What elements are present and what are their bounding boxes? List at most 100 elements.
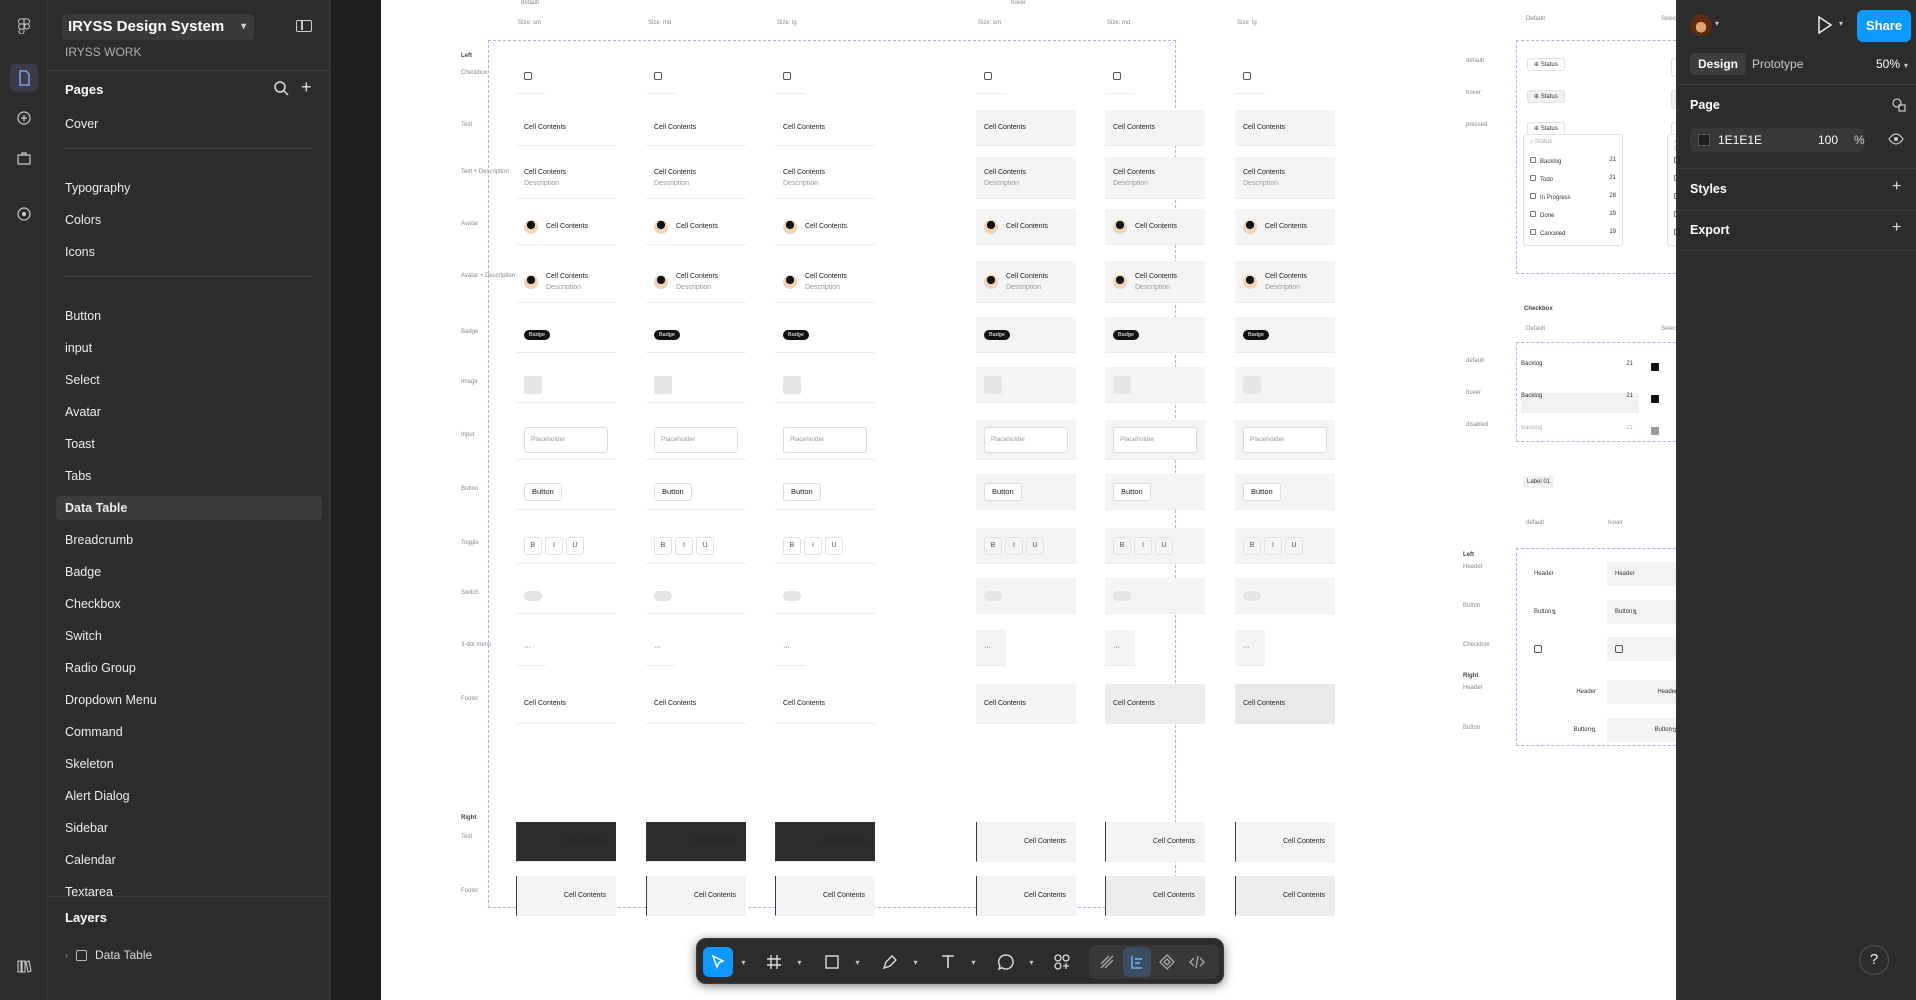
table-cell[interactable]: BIU — [1235, 528, 1335, 564]
table-cell[interactable]: Cell Contents — [1105, 110, 1205, 146]
zoom-select[interactable]: 50% ▾ — [1876, 53, 1908, 77]
checkbox[interactable] — [1530, 175, 1536, 181]
table-cell[interactable]: Cell Contents — [646, 876, 746, 916]
table-cell[interactable]: Cell Contents — [1105, 684, 1205, 724]
page-item[interactable]: Avatar — [56, 400, 322, 424]
text-input[interactable]: Placeholder — [654, 426, 738, 453]
table-cell[interactable]: Placeholder — [646, 420, 746, 460]
more-icon[interactable]: ··· — [654, 644, 661, 651]
checkbox[interactable] — [1113, 71, 1121, 80]
page-item[interactable]: Colors — [56, 208, 322, 232]
table-cell[interactable]: Cell Contents Description — [1235, 261, 1335, 303]
shape-tool-chevron[interactable]: ▾ — [849, 947, 861, 977]
header-cell[interactable]: Button ⇅ — [1607, 718, 1676, 742]
table-cell[interactable]: Badge — [1235, 317, 1335, 353]
switch[interactable] — [1113, 590, 1131, 601]
table-cell[interactable]: Cell Contents — [646, 209, 746, 245]
table-cell[interactable] — [976, 367, 1076, 403]
figma-logo-icon[interactable] — [10, 12, 38, 40]
dropdown-option[interactable]: Canceled 19 — [1530, 229, 1616, 237]
checkbox[interactable] — [1674, 157, 1676, 163]
table-cell[interactable] — [516, 367, 616, 403]
switch[interactable] — [524, 590, 542, 601]
header-button[interactable]: Button — [1534, 609, 1551, 615]
dropdown-option[interactable]: In Progress28 — [1674, 193, 1676, 201]
table-cell[interactable]: Cell Contents — [1105, 822, 1205, 862]
table-cell[interactable]: Cell Contents Description — [516, 261, 616, 303]
checkbox-row[interactable]: Backlog 21 — [1521, 361, 1639, 381]
page-item[interactable]: Skeleton — [56, 752, 322, 776]
draw-mode-button[interactable] — [1093, 947, 1121, 977]
header-cell[interactable]: Header — [1607, 680, 1676, 704]
checkbox[interactable] — [984, 71, 992, 80]
table-cell[interactable]: ··· — [646, 630, 676, 666]
table-cell[interactable]: ··· — [1105, 630, 1135, 666]
cell-button[interactable]: Button — [1243, 482, 1281, 501]
header-cell[interactable]: Header — [1526, 562, 1604, 586]
dropdown-option[interactable]: Todo21 — [1674, 175, 1676, 183]
text-input[interactable]: Placeholder — [1243, 426, 1327, 453]
table-cell[interactable] — [1105, 58, 1135, 94]
table-cell[interactable] — [1235, 578, 1335, 614]
toggle-button[interactable]: B — [984, 536, 1002, 555]
more-icon[interactable]: ··· — [1243, 644, 1250, 651]
actions-button[interactable] — [1047, 947, 1077, 977]
toggle-button[interactable]: U — [1026, 536, 1044, 555]
table-cell[interactable]: BIU — [516, 528, 616, 564]
table-cell[interactable]: Cell Contents — [646, 684, 746, 724]
table-cell[interactable]: Cell Contents Description — [646, 261, 746, 303]
table-cell[interactable]: Cell Contents Description — [1105, 157, 1205, 199]
dev-mode-button[interactable] — [1183, 947, 1211, 977]
table-cell[interactable]: BIU — [976, 528, 1076, 564]
page-item[interactable]: Data Table — [56, 496, 322, 520]
table-cell[interactable]: Placeholder — [1105, 420, 1205, 460]
table-cell[interactable]: Badge — [1105, 317, 1205, 353]
dropdown-search[interactable]: ⌕ Status — [1530, 139, 1552, 146]
page-item[interactable]: Textarea — [56, 880, 322, 904]
page-item[interactable]: Dropdown Menu — [56, 688, 322, 712]
table-cell[interactable]: Cell Contents — [976, 876, 1076, 916]
table-cell[interactable]: Button — [516, 474, 616, 510]
table-cell[interactable] — [1235, 367, 1335, 403]
styles-icon[interactable] — [1892, 98, 1906, 112]
more-icon[interactable]: ··· — [1113, 644, 1120, 651]
canvas[interactable]: default hover Size: sm Size: md Size: lg Size… — [331, 0, 1676, 1000]
share-button[interactable]: Share — [1857, 10, 1911, 42]
chevron-down-icon[interactable]: ▾ — [1839, 19, 1843, 28]
text-tool-button[interactable] — [933, 947, 963, 977]
checkbox[interactable] — [1534, 645, 1542, 653]
hex-value[interactable]: 1E1E1E — [1718, 128, 1762, 152]
table-cell[interactable]: Cell Contents — [1235, 684, 1335, 724]
color-swatch[interactable] — [1698, 134, 1710, 146]
design-mode-button[interactable] — [1123, 947, 1151, 977]
toggle-button[interactable]: I — [804, 536, 822, 555]
switch[interactable] — [654, 590, 672, 601]
switch[interactable] — [984, 590, 1002, 601]
toggle-button[interactable]: I — [1134, 536, 1152, 555]
table-cell[interactable] — [516, 58, 546, 94]
search-icon[interactable] — [273, 80, 289, 96]
checkbox[interactable] — [654, 71, 662, 80]
table-cell[interactable]: Cell Contents — [1235, 209, 1335, 245]
table-cell[interactable]: BIU — [646, 528, 746, 564]
table-cell[interactable]: Cell Contents Description — [775, 261, 875, 303]
status-trigger[interactable]: ⊕ Status — [1671, 58, 1676, 77]
switch[interactable] — [783, 590, 801, 601]
table-cell[interactable]: Cell Contents — [775, 684, 875, 724]
checkbox[interactable] — [1530, 229, 1536, 235]
header-cell[interactable]: Header — [1526, 680, 1604, 704]
table-cell[interactable]: Cell Contents — [775, 876, 875, 916]
page-item[interactable]: Checkbox — [56, 592, 322, 616]
help-button[interactable]: ? — [1859, 945, 1889, 975]
table-cell[interactable]: Placeholder — [775, 420, 875, 460]
page-item[interactable]: Tabs — [56, 464, 322, 488]
table-cell[interactable] — [976, 58, 1006, 94]
cell-button[interactable]: Button — [984, 482, 1022, 501]
checkbox[interactable] — [1243, 71, 1251, 80]
background-color-field[interactable]: 1E1E1E 100 % — [1690, 128, 1865, 152]
page-item[interactable]: Breadcrumb — [56, 528, 322, 552]
table-cell[interactable]: Cell Contents — [646, 822, 746, 862]
cell-button[interactable]: Button — [1113, 482, 1151, 501]
toggle-button[interactable]: U — [1285, 536, 1303, 555]
checked-checkbox[interactable] — [1651, 395, 1659, 403]
